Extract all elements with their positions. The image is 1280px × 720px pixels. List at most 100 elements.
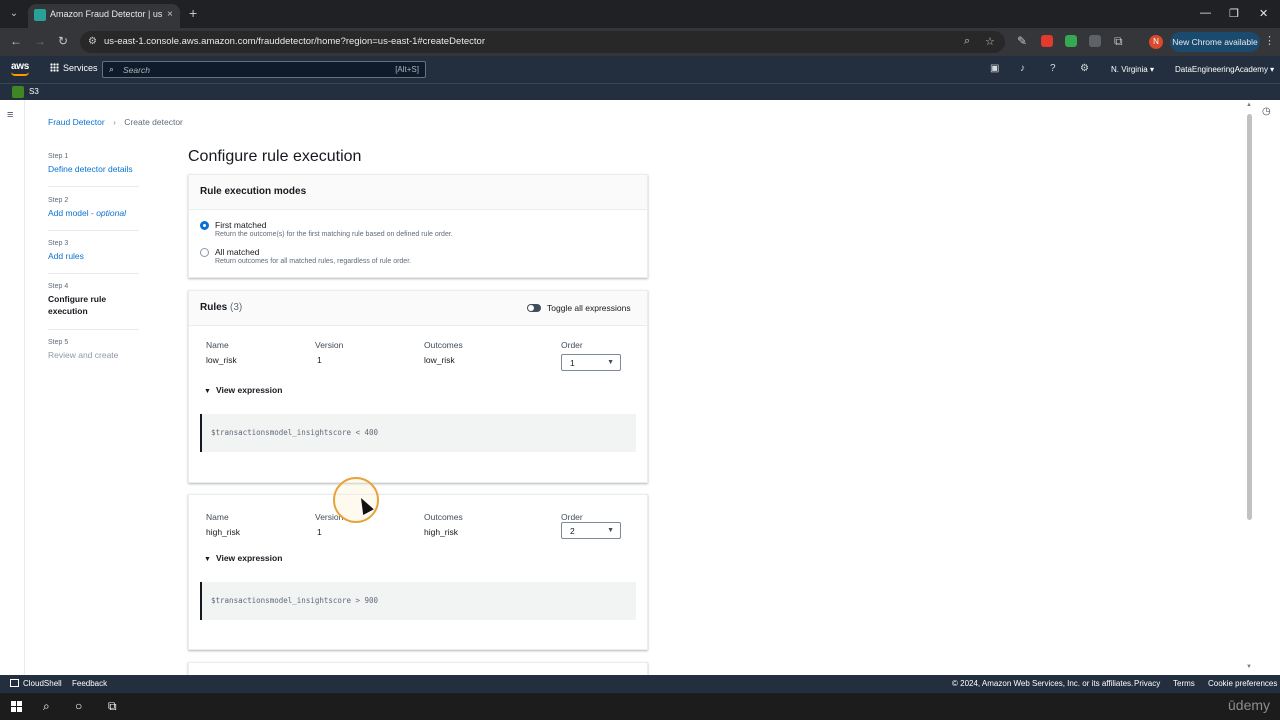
radio-all-matched[interactable] xyxy=(200,248,209,257)
panel-title: Rules (3) xyxy=(200,302,242,313)
panel-header: Rule execution modes xyxy=(189,175,647,210)
scroll-up-arrow-icon[interactable]: ▲ xyxy=(1246,102,1252,108)
expression-text: $transactionsmodel_insightscore < 400 xyxy=(211,428,379,437)
expression-code-block: $transactionsmodel_insightscore > 900 xyxy=(200,582,636,620)
order-value: 1 xyxy=(570,358,575,368)
chrome-menu-icon[interactable]: ⋮ xyxy=(1264,34,1275,47)
pen-extension-icon[interactable]: ✎ xyxy=(1017,34,1027,48)
extension-grey-icon[interactable] xyxy=(1089,35,1101,47)
rule-outcomes: low_risk xyxy=(424,355,455,365)
view-expression-expander[interactable]: ▼ View expression xyxy=(204,553,282,563)
url-text[interactable]: us-east-1.console.aws.amazon.com/fraudde… xyxy=(104,36,485,47)
taskbar-search-icon[interactable]: ⌕ xyxy=(43,699,50,714)
forward-icon[interactable]: → xyxy=(34,34,46,48)
breadcrumb-current: Create detector xyxy=(124,117,183,127)
step-label-text: Add model - xyxy=(48,208,97,218)
order-select[interactable]: 2 ▼ xyxy=(561,522,621,539)
extensions-puzzle-icon[interactable]: ⧉ xyxy=(1114,34,1123,49)
search-placeholder: Search xyxy=(123,65,150,75)
address-bar[interactable]: ⚙ us-east-1.console.aws.amazon.com/fraud… xyxy=(80,31,1005,53)
s3-icon[interactable] xyxy=(12,86,24,98)
toggle-all-expressions-switch[interactable] xyxy=(527,304,541,312)
aws-favorites-bar: S3 xyxy=(0,83,1280,100)
breadcrumb-fraud-detector[interactable]: Fraud Detector xyxy=(48,117,105,127)
close-icon[interactable]: × xyxy=(167,9,173,20)
new-tab-button[interactable]: + xyxy=(189,5,197,21)
all-matched-label[interactable]: All matched xyxy=(215,247,259,257)
reload-icon[interactable]: ↻ xyxy=(58,34,68,48)
step-link-define-details[interactable]: Define detector details xyxy=(48,163,143,175)
fraud-detector-favicon-icon xyxy=(34,9,46,21)
aws-logo[interactable]: aws xyxy=(11,61,29,72)
step-divider xyxy=(48,230,139,231)
services-menu[interactable]: Services xyxy=(50,63,98,73)
order-value: 2 xyxy=(570,526,575,536)
step-link-add-rules[interactable]: Add rules xyxy=(48,250,143,262)
chevron-right-icon: › xyxy=(113,117,116,127)
first-matched-description: Return the outcome(s) for the first matc… xyxy=(215,231,453,238)
column-header-order: Order xyxy=(561,340,583,350)
step-link-add-model[interactable]: Add model - optional xyxy=(48,207,143,219)
order-select[interactable]: 1 ▼ xyxy=(561,354,621,371)
expression-code-block: $transactionsmodel_insightscore < 400 xyxy=(200,414,636,452)
scroll-down-arrow-icon[interactable]: ▼ xyxy=(1246,664,1252,670)
cloudshell-icon[interactable]: ▣ xyxy=(990,63,999,74)
rule-card: Name Version Outcomes Order high_risk 1 … xyxy=(188,494,648,650)
rule-version: 1 xyxy=(317,527,322,537)
cortana-icon[interactable]: ○ xyxy=(75,699,82,713)
rules-panel: Rules (3) Toggle all expressions Name Ve… xyxy=(188,290,648,483)
rule-name: low_risk xyxy=(206,355,237,365)
cookie-preferences-link[interactable]: Cookie preferences xyxy=(1208,679,1277,688)
privacy-link[interactable]: Privacy xyxy=(1134,679,1160,688)
browser-tab[interactable]: Amazon Fraud Detector | us-east-1 × xyxy=(28,4,180,28)
toggle-all-expressions-label[interactable]: Toggle all expressions xyxy=(547,303,631,313)
zoom-icon[interactable]: ⌕ xyxy=(964,35,970,48)
copyright-text: © 2024, Amazon Web Services, Inc. or its… xyxy=(952,679,1134,688)
s3-favorite-link[interactable]: S3 xyxy=(29,87,39,96)
windows-start-icon[interactable] xyxy=(11,701,22,712)
hamburger-menu-icon[interactable]: ≡ xyxy=(7,109,13,121)
cloudshell-icon xyxy=(10,679,19,687)
task-view-icon[interactable]: ⧉ xyxy=(108,699,117,714)
first-matched-label[interactable]: First matched xyxy=(215,220,267,230)
step-current-configure-rule-execution: Configure rule execution xyxy=(48,294,107,316)
services-label: Services xyxy=(63,63,98,73)
column-header-version: Version xyxy=(315,340,344,350)
aws-smile-icon xyxy=(11,72,29,76)
browser-tab-strip: ⌄ Amazon Fraud Detector | us-east-1 × + … xyxy=(0,0,1280,28)
extension-k-icon[interactable] xyxy=(1065,35,1077,47)
step-number: Step 3 xyxy=(48,240,69,247)
scrollbar-thumb[interactable] xyxy=(1247,114,1252,520)
rules-title: Rules xyxy=(200,302,228,313)
help-icon[interactable]: ? xyxy=(1050,63,1056,74)
cloudshell-link[interactable]: CloudShell xyxy=(10,679,62,688)
window-close-icon[interactable]: ✕ xyxy=(1259,7,1268,20)
new-chrome-available-button[interactable]: New Chrome available xyxy=(1170,32,1260,52)
profile-avatar[interactable]: N xyxy=(1149,35,1163,49)
minimize-icon[interactable]: — xyxy=(1200,7,1211,19)
restore-icon[interactable]: ❐ xyxy=(1229,7,1239,20)
search-icon: ⌕ xyxy=(109,64,115,74)
expander-label: View expression xyxy=(215,385,283,395)
account-menu[interactable]: DataEngineeringAcademy ▾ xyxy=(1175,65,1274,74)
caret-down-icon: ▼ xyxy=(204,556,211,563)
region-selector[interactable]: N. Virginia ▾ xyxy=(1111,65,1154,74)
bookmark-star-icon[interactable]: ☆ xyxy=(985,35,995,48)
search-input[interactable]: ⌕ Search [Alt+S] xyxy=(102,61,426,78)
aws-top-nav: aws Services ⌕ Search [Alt+S] ▣ ♪ ? ⚙ N.… xyxy=(0,56,1280,83)
feedback-link[interactable]: Feedback xyxy=(72,679,107,688)
settings-gear-icon[interactable]: ⚙ xyxy=(1080,63,1089,74)
extension-red-icon[interactable] xyxy=(1041,35,1053,47)
caret-down-icon: ▼ xyxy=(607,527,614,534)
notifications-bell-icon[interactable]: ♪ xyxy=(1020,63,1025,74)
tools-panel-icon[interactable]: ◷ xyxy=(1262,106,1271,117)
rule-execution-modes-panel: Rule execution modes First matched Retur… xyxy=(188,174,648,278)
radio-first-matched[interactable] xyxy=(200,221,209,230)
tab-search-icon[interactable]: ⌄ xyxy=(6,7,22,21)
back-icon[interactable]: ← xyxy=(10,34,22,48)
column-header-order: Order xyxy=(561,512,583,522)
site-info-icon[interactable]: ⚙ xyxy=(88,36,97,47)
terms-link[interactable]: Terms xyxy=(1173,679,1195,688)
view-expression-expander[interactable]: ▼ View expression xyxy=(204,385,282,395)
toggle-knob xyxy=(528,305,534,311)
